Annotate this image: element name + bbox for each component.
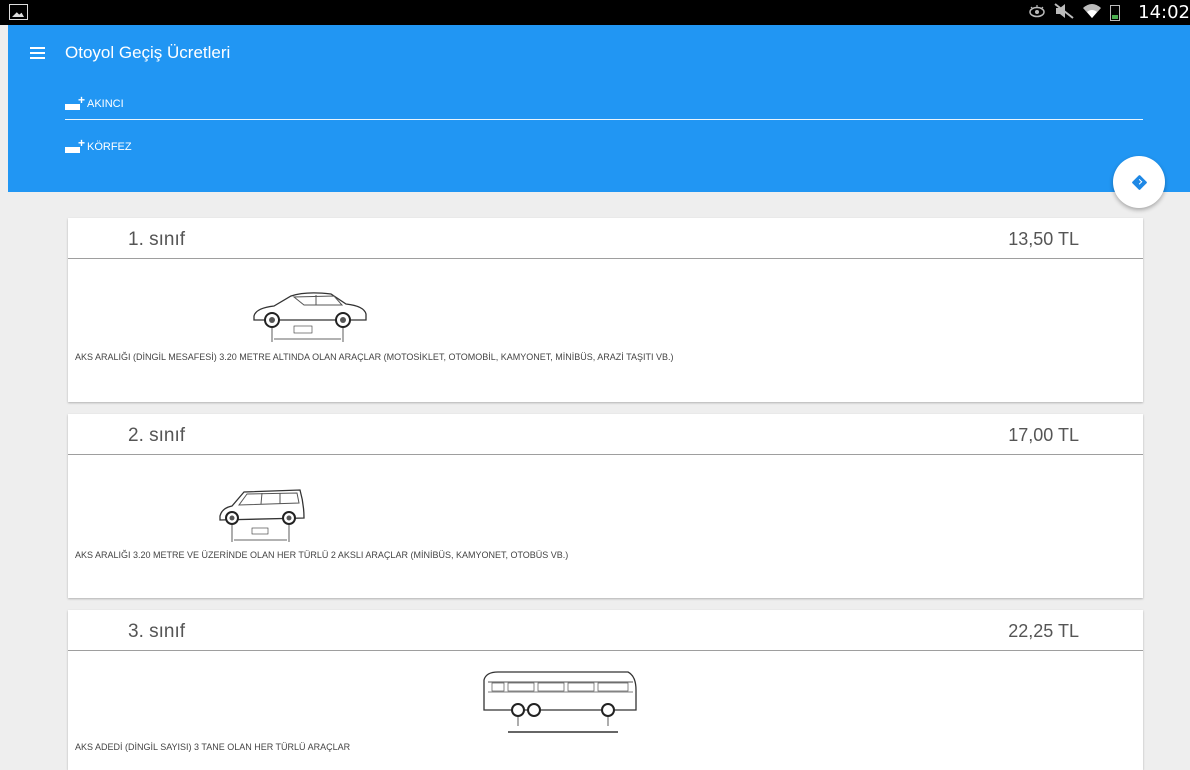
- status-bar: 14:02: [0, 0, 1190, 25]
- gallery-icon: [9, 4, 28, 20]
- class-price: 22,25 TL: [1008, 621, 1079, 641]
- class-description: AKS ADEDİ (DİNGİL SAYISI) 3 TANE OLAN HE…: [75, 742, 351, 752]
- wifi-icon: [1082, 3, 1102, 23]
- status-icons: [1028, 3, 1120, 23]
- route-item-korfez[interactable]: KÖRFEZ: [65, 132, 1143, 162]
- route-label: KÖRFEZ: [87, 141, 132, 153]
- add-road-icon: [65, 136, 85, 154]
- directions-button[interactable]: [1113, 156, 1165, 208]
- eye-icon: [1028, 4, 1046, 22]
- add-road-icon: [65, 93, 85, 111]
- card-header: 1. sınıf 13,50 TL: [68, 218, 1143, 259]
- class-card-2[interactable]: 2. sınıf 17,00 TL AKS ARALIĞI 3.20 METRE…: [68, 414, 1143, 598]
- bus-icon: [478, 666, 638, 743]
- card-header: 2. sınıf 17,00 TL: [68, 414, 1143, 455]
- class-name: 1. sınıf: [128, 229, 186, 250]
- minivan-icon: [214, 484, 309, 551]
- class-card-1[interactable]: 1. sınıf 13,50 TL AKS ARALIĞI (DİNGİL ME…: [68, 218, 1143, 402]
- route-item-akinci[interactable]: AKINCI: [65, 89, 1143, 120]
- clock: 14:02: [1138, 2, 1190, 23]
- menu-icon[interactable]: [30, 47, 45, 59]
- class-card-3[interactable]: 3. sınıf 22,25 TL AKS ADEDİ (DİNGİL SAYI…: [68, 610, 1143, 770]
- route-label: AKINCI: [87, 98, 124, 110]
- class-price: 13,50 TL: [1008, 229, 1079, 249]
- class-description: AKS ARALIĞI 3.20 METRE VE ÜZERİNDE OLAN …: [75, 550, 569, 560]
- directions-icon: [1131, 174, 1147, 190]
- class-name: 3. sınıf: [128, 621, 186, 642]
- class-description: AKS ARALIĞI (DİNGİL MESAFESİ) 3.20 METRE…: [75, 352, 674, 362]
- app-bar: Otoyol Geçiş Ücretleri AKINCI KÖRFEZ: [8, 25, 1190, 192]
- class-price: 17,00 TL: [1008, 425, 1079, 445]
- class-name: 2. sınıf: [128, 425, 186, 446]
- mute-icon: [1054, 3, 1074, 23]
- sedan-car-icon: [246, 286, 371, 351]
- page-title: Otoyol Geçiş Ücretleri: [65, 43, 231, 62]
- card-header: 3. sınıf 22,25 TL: [68, 610, 1143, 651]
- battery-icon: [1110, 5, 1120, 21]
